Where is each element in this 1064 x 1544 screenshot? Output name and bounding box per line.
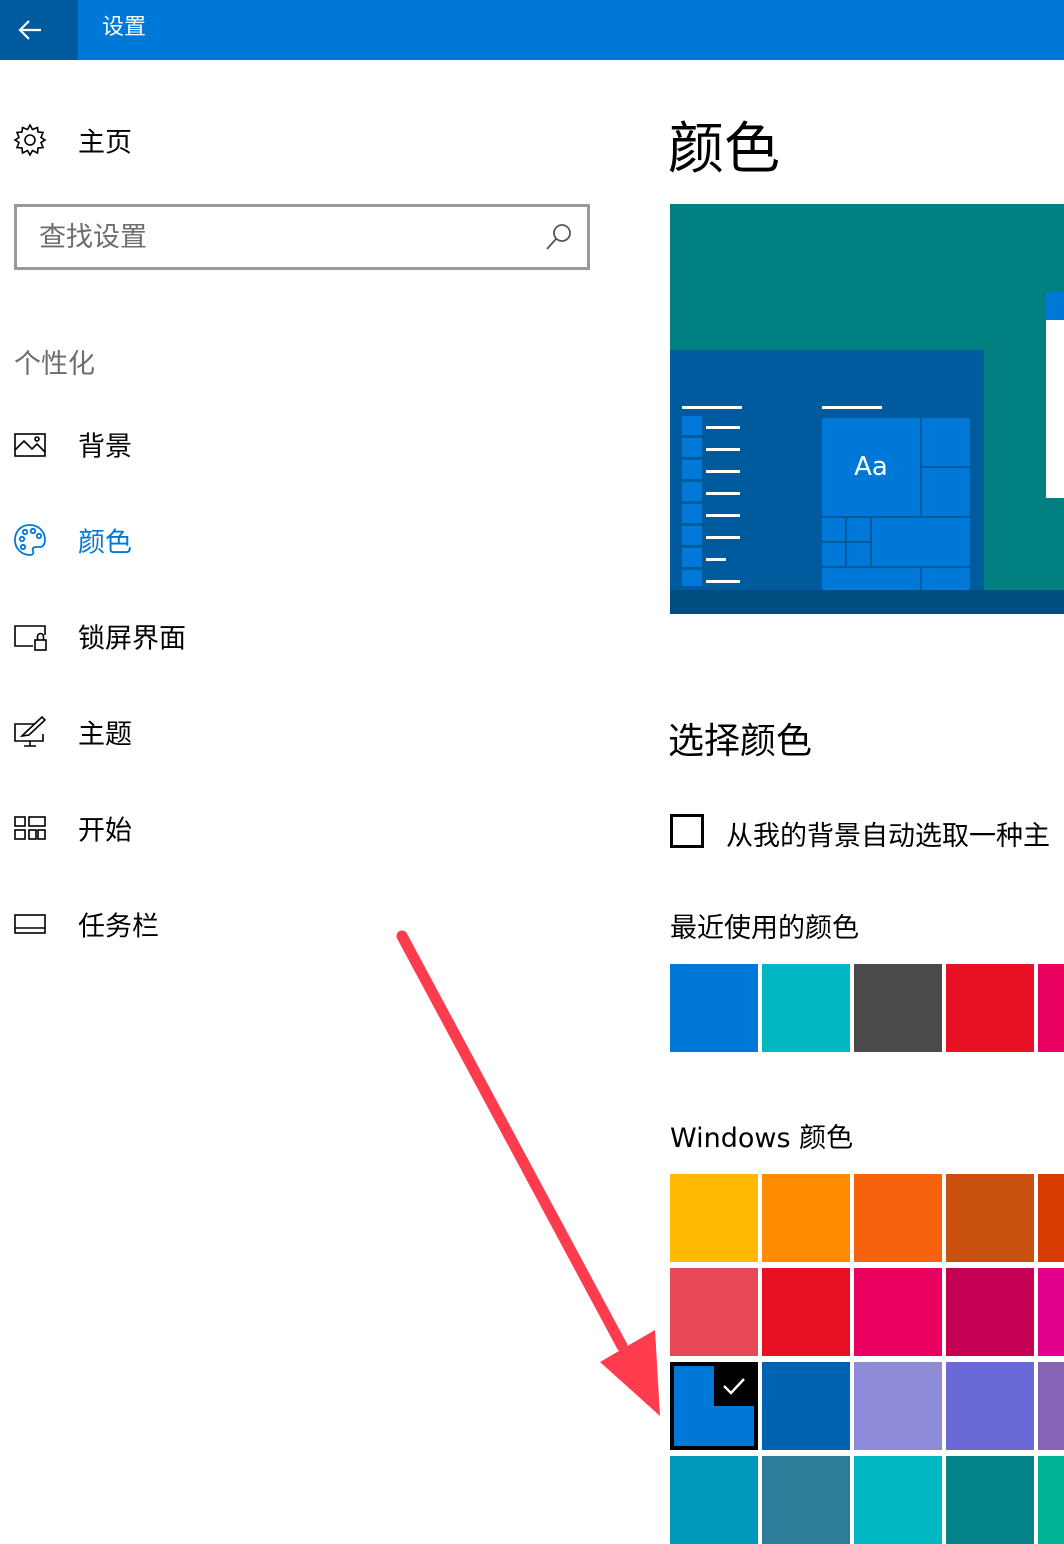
color-swatch[interactable] xyxy=(1038,1362,1064,1450)
app-title: 设置 xyxy=(102,15,147,40)
color-swatch[interactable] xyxy=(1038,1456,1064,1544)
color-swatch-selected[interactable] xyxy=(670,1362,758,1450)
color-swatch[interactable] xyxy=(670,1456,758,1544)
color-swatch[interactable] xyxy=(762,1268,850,1356)
color-swatch[interactable] xyxy=(854,1268,942,1356)
preview-tile-text: Aa xyxy=(854,452,888,482)
sidebar-item-home[interactable]: 主页 xyxy=(0,110,600,170)
color-swatch[interactable] xyxy=(854,1174,942,1262)
color-swatch[interactable] xyxy=(946,964,1034,1052)
color-swatch[interactable] xyxy=(762,1174,850,1262)
sidebar-item-label: 颜色 xyxy=(78,527,132,559)
color-swatch[interactable] xyxy=(946,1174,1034,1262)
sidebar-item-lock-screen[interactable]: 锁屏界面 xyxy=(0,606,600,666)
color-preview: Aa xyxy=(670,204,1064,614)
color-swatch[interactable] xyxy=(854,1456,942,1544)
color-swatch[interactable] xyxy=(1038,1268,1064,1356)
color-swatch[interactable] xyxy=(670,1268,758,1356)
choose-color-title: 选择颜色 xyxy=(668,721,813,762)
preview-tile-large: Aa xyxy=(822,418,920,516)
section-header-personalization: 个性化 xyxy=(14,349,95,380)
auto-pick-accent-row[interactable]: 从我的背景自动选取一种主 xyxy=(670,812,1064,856)
color-swatch[interactable] xyxy=(762,964,850,1052)
preview-window xyxy=(1046,292,1064,498)
sidebar-item-label: 背景 xyxy=(78,431,132,463)
color-swatch[interactable] xyxy=(946,1362,1034,1450)
sidebar-item-label: 主题 xyxy=(78,719,132,751)
theme-icon xyxy=(14,715,47,747)
sidebar-item-label: 主页 xyxy=(78,127,132,159)
color-swatch[interactable] xyxy=(670,964,758,1052)
sidebar-item-label: 开始 xyxy=(78,815,132,847)
search-input[interactable] xyxy=(17,207,517,267)
back-arrow-icon xyxy=(18,20,41,40)
preview-start-menu: Aa xyxy=(670,350,984,590)
picture-icon xyxy=(14,433,46,457)
windows-colors-label: Windows 颜色 xyxy=(670,1123,854,1154)
sidebar-item-label: 任务栏 xyxy=(78,911,159,943)
page-title: 颜色 xyxy=(668,117,780,182)
color-swatch[interactable] xyxy=(1038,1174,1064,1262)
color-swatch[interactable] xyxy=(670,1174,758,1262)
title-bar: 设置 xyxy=(0,0,1064,60)
palette-icon xyxy=(14,524,46,556)
taskbar-icon xyxy=(14,914,46,934)
color-swatch[interactable] xyxy=(762,1456,850,1544)
checkmark-icon xyxy=(714,1366,754,1406)
search-icon[interactable] xyxy=(543,221,575,253)
color-swatch[interactable] xyxy=(762,1362,850,1450)
back-button[interactable] xyxy=(0,0,78,60)
preview-taskbar xyxy=(670,590,1064,614)
auto-pick-accent-label: 从我的背景自动选取一种主 xyxy=(726,821,1050,852)
lock-screen-icon xyxy=(14,625,47,651)
sidebar-item-colors[interactable]: 颜色 xyxy=(0,510,600,570)
color-swatch[interactable] xyxy=(854,1362,942,1450)
search-box xyxy=(14,204,590,270)
auto-pick-accent-checkbox[interactable] xyxy=(670,814,704,848)
color-swatch[interactable] xyxy=(854,964,942,1052)
gear-icon xyxy=(13,123,47,157)
color-swatch[interactable] xyxy=(946,1268,1034,1356)
sidebar-item-start[interactable]: 开始 xyxy=(0,798,600,858)
sidebar-item-themes[interactable]: 主题 xyxy=(0,702,600,762)
sidebar-item-label: 锁屏界面 xyxy=(78,623,186,655)
start-icon xyxy=(14,816,46,840)
sidebar-item-background[interactable]: 背景 xyxy=(0,414,600,474)
sidebar-item-taskbar[interactable]: 任务栏 xyxy=(0,894,600,954)
color-swatch[interactable] xyxy=(946,1456,1034,1544)
color-swatch[interactable] xyxy=(1038,964,1064,1052)
recent-colors-label: 最近使用的颜色 xyxy=(670,913,859,944)
